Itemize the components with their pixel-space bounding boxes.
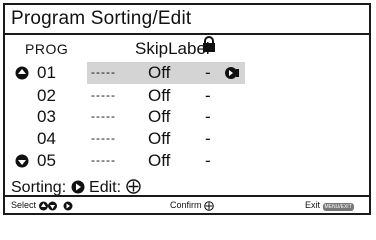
column-header-skip-label: SkipLabel (135, 39, 210, 59)
program-number: 05 (37, 151, 56, 170)
sorting-label: Sorting: (11, 179, 67, 196)
program-sorting-edit-panel: Program Sorting/Edit PROG SkipLabel 01 -… (3, 3, 371, 215)
column-header-skip: Skip (135, 39, 169, 58)
confirm-label: Confirm (170, 200, 202, 210)
skip-value[interactable]: Off (148, 62, 170, 84)
lock-value[interactable]: - (205, 128, 211, 150)
right-arrow-icon (71, 180, 85, 194)
skip-value[interactable]: Off (148, 150, 170, 172)
program-row[interactable]: 02 ----- Off - (5, 85, 369, 107)
program-row[interactable]: 01 ----- Off - (5, 62, 369, 84)
column-header-prog: PROG (25, 41, 69, 57)
program-number: 01 (37, 63, 56, 82)
cross-pad-icon (204, 201, 214, 211)
program-label: ----- (91, 131, 116, 145)
program-row[interactable]: 05 ----- Off - (5, 150, 369, 172)
cross-pad-icon (125, 179, 141, 194)
down-arrow-icon (15, 154, 29, 168)
program-row[interactable]: 03 ----- Off - (5, 106, 369, 128)
program-label: ----- (91, 88, 116, 102)
program-number: 02 (37, 86, 56, 105)
up-arrow-icon (15, 66, 29, 80)
exit-label: Exit (305, 200, 321, 210)
footer-bar: Select Confirm Exit MENU/EXIT (5, 195, 369, 213)
footer-select: Select (11, 197, 73, 213)
enter-icon (225, 67, 239, 79)
menu-exit-button-icon: MENU/EXIT (322, 203, 354, 211)
up-down-buttons-icon (38, 201, 57, 211)
footer-exit: Exit MENU/EXIT (305, 197, 354, 213)
right-button-icon (63, 201, 73, 211)
skip-value[interactable]: Off (148, 106, 170, 128)
edit-label: Edit: (89, 179, 122, 196)
skip-value[interactable]: Off (148, 85, 170, 107)
program-label: ----- (91, 153, 116, 167)
skip-value[interactable]: Off (148, 128, 170, 150)
program-label: ----- (91, 65, 116, 79)
footer-confirm: Confirm (170, 197, 214, 213)
lock-value[interactable]: - (205, 150, 211, 172)
lock-value[interactable]: - (205, 62, 211, 84)
program-row[interactable]: 04 ----- Off - (5, 128, 369, 150)
program-number: 04 (37, 129, 56, 148)
select-label: Select (11, 200, 37, 210)
program-label: ----- (91, 109, 116, 123)
lock-icon (203, 36, 215, 52)
lock-value[interactable]: - (205, 106, 211, 128)
lock-value[interactable]: - (205, 85, 211, 107)
page-title: Program Sorting/Edit (5, 5, 369, 35)
program-number: 03 (37, 107, 56, 126)
